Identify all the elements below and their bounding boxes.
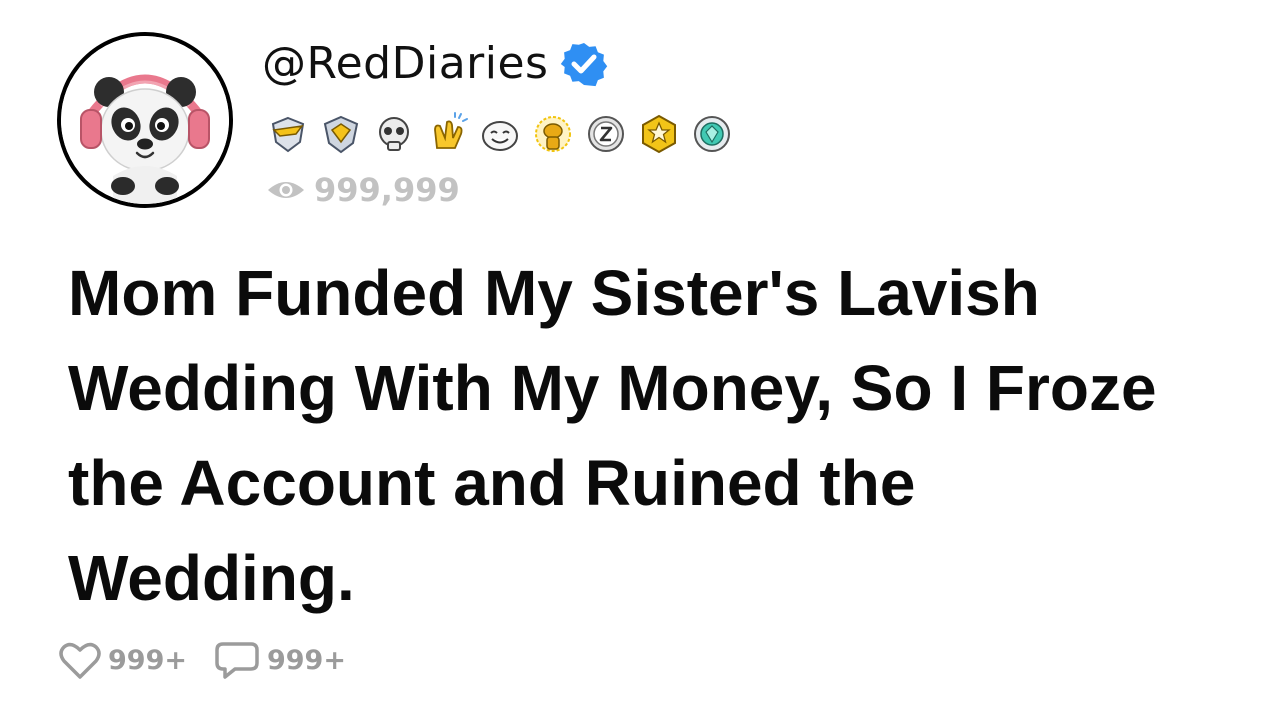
eye-icon bbox=[268, 182, 304, 198]
z-medal-badge-icon bbox=[588, 116, 624, 152]
diamond-shield-badge-icon bbox=[323, 115, 359, 154]
panda-headphones-icon bbox=[61, 36, 229, 204]
like-button[interactable]: 999+ bbox=[58, 639, 187, 681]
avatar[interactable] bbox=[57, 32, 233, 208]
engagement-stats: 999+ 999+ bbox=[58, 639, 372, 681]
verified-check-icon bbox=[561, 43, 608, 87]
view-count: 999,999 bbox=[266, 170, 460, 210]
comment-button[interactable]: 999+ bbox=[213, 639, 346, 681]
skull-badge-icon bbox=[379, 117, 409, 151]
post-title: Mom Funded My Sister's Lavish Wedding Wi… bbox=[68, 257, 1157, 614]
golden-alien-badge-icon bbox=[535, 116, 571, 152]
username-row: @RedDiaries bbox=[262, 38, 608, 90]
comment-count: 999+ bbox=[266, 644, 346, 676]
view-count-value: 999,999 bbox=[314, 171, 460, 209]
shield-wings-badge-icon bbox=[271, 116, 305, 153]
clapping-hands-badge-icon bbox=[434, 112, 468, 149]
username[interactable]: @RedDiaries bbox=[262, 38, 548, 90]
heart-icon bbox=[59, 642, 101, 679]
laughing-face-badge-icon bbox=[482, 121, 518, 151]
like-count: 999+ bbox=[108, 644, 187, 676]
badge-row bbox=[266, 112, 734, 156]
star-shield-badge-icon bbox=[642, 114, 676, 154]
comment-bubble-icon bbox=[215, 642, 259, 679]
gem-medal-badge-icon bbox=[694, 116, 730, 152]
